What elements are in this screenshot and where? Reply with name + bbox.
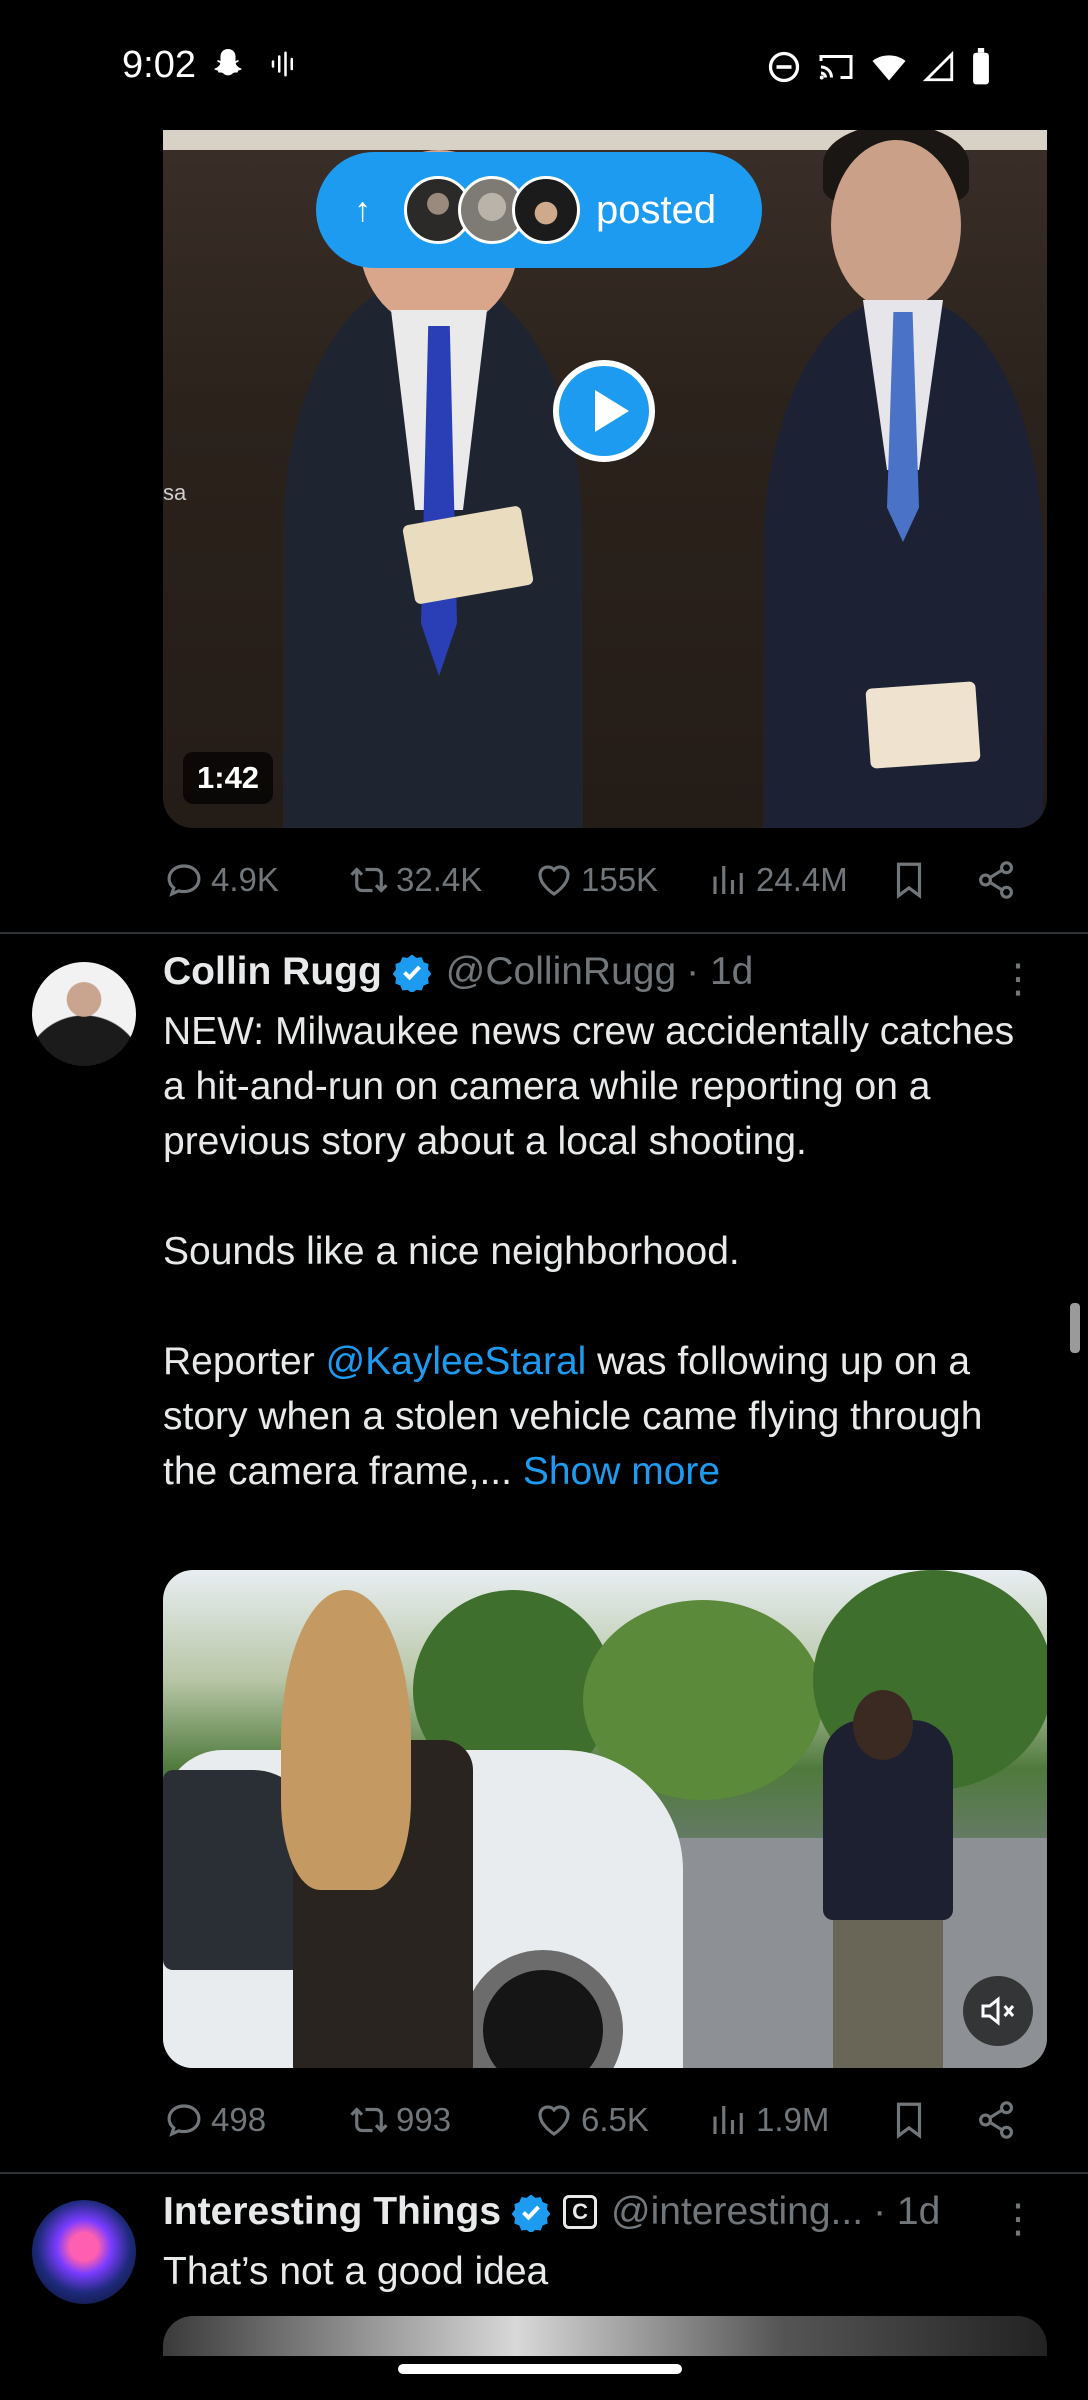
battery-icon xyxy=(973,48,989,85)
wifi-icon xyxy=(872,55,906,81)
author-handle[interactable]: @CollinRugg xyxy=(446,950,676,994)
like-button[interactable]: 6.5K xyxy=(533,2090,649,2150)
bookmark-button[interactable] xyxy=(888,850,930,910)
reply-icon xyxy=(167,2104,201,2137)
gesture-nav-handle[interactable] xyxy=(398,2364,682,2374)
arrow-up-icon: ↑ xyxy=(354,190,371,229)
views-count: 1.9M xyxy=(756,2101,830,2138)
analytics-icon xyxy=(713,866,743,894)
posted-label: posted xyxy=(596,187,717,232)
like-button[interactable]: 155K xyxy=(533,850,658,910)
share-icon xyxy=(979,861,1013,899)
repost-count: 993 xyxy=(396,2101,452,2138)
tweet1-actions: 4.9K 32.4K 155K 24.4M xyxy=(163,850,1033,910)
heart-icon xyxy=(538,865,570,896)
paragraph3-prefix: Reporter xyxy=(163,1340,326,1383)
verified-badge-icon xyxy=(511,2194,551,2232)
tweet-divider xyxy=(0,932,1088,934)
affiliate-badge-icon: C xyxy=(563,2195,598,2229)
tweet2-actions: 498 993 6.5K 1.9M xyxy=(163,2090,1033,2150)
cellular-signal-icon xyxy=(922,50,954,82)
cast-icon xyxy=(819,55,853,80)
repost-count: 32.4K xyxy=(396,861,483,898)
like-count: 155K xyxy=(581,861,659,898)
post-time: · 1d xyxy=(686,950,754,993)
tweet3-header: Interesting Things C @interesting... · 1… xyxy=(163,2190,940,2234)
tweet2-video[interactable] xyxy=(163,1570,1047,2068)
tweet2-paragraph1: NEW: Milwaukee news crew accidentally ca… xyxy=(163,1010,1015,1163)
author-name[interactable]: Collin Rugg xyxy=(163,950,382,994)
scrollbar[interactable] xyxy=(1070,1303,1080,1353)
repost-button[interactable]: 993 xyxy=(348,2090,451,2150)
avatar xyxy=(512,176,580,244)
video-box-right xyxy=(865,681,981,769)
status-time: 9:02 xyxy=(122,44,196,86)
avatar[interactable] xyxy=(32,962,136,1066)
reply-count: 4.9K xyxy=(211,861,279,898)
status-left-icons xyxy=(210,46,298,82)
heart-icon xyxy=(538,2105,570,2136)
tweet-divider xyxy=(0,2172,1088,2174)
video-head-right xyxy=(831,140,961,310)
bookmark-icon xyxy=(896,2102,922,2139)
show-more-link[interactable]: Show more xyxy=(523,1450,720,1493)
repost-button[interactable]: 32.4K xyxy=(348,850,482,910)
more-options-icon[interactable]: ⋮ xyxy=(998,2196,1038,2242)
new-posts-pill[interactable]: ↑ posted xyxy=(316,152,762,268)
author-handle[interactable]: @interesting... xyxy=(611,2190,863,2234)
voice-waveform-icon xyxy=(271,51,293,77)
mute-button[interactable] xyxy=(963,1976,1033,2046)
reply-button[interactable]: 4.9K xyxy=(163,850,279,910)
tweet2-text: NEW: Milwaukee news crew accidentally ca… xyxy=(163,1004,1043,1499)
volume-muted-icon xyxy=(981,1996,1015,2026)
views-button[interactable]: 1.9M xyxy=(708,2090,829,2150)
bookmark-icon xyxy=(896,862,922,899)
video-duration: 1:42 xyxy=(183,752,274,804)
do-not-disturb-icon xyxy=(768,51,800,83)
video-person-hair xyxy=(281,1590,411,1890)
avatar[interactable] xyxy=(32,2200,136,2304)
status-right-icons xyxy=(766,48,992,86)
reply-icon xyxy=(167,864,201,897)
verified-badge-icon xyxy=(392,954,432,992)
reply-button[interactable]: 498 xyxy=(163,2090,266,2150)
video-person-head xyxy=(853,1690,913,1760)
more-options-icon[interactable]: ⋮ xyxy=(998,956,1038,1002)
tweet2-header: Collin Rugg @CollinRugg · 1d xyxy=(163,950,753,994)
video-person-legs xyxy=(833,1910,943,2068)
views-button[interactable]: 24.4M xyxy=(708,850,848,910)
tweet2-paragraph2: Sounds like a nice neighborhood. xyxy=(163,1230,740,1273)
like-count: 6.5K xyxy=(581,2101,649,2138)
play-button[interactable] xyxy=(553,360,655,462)
tweet2-paragraph3: Reporter @KayleeStaral was following up … xyxy=(163,1334,1043,1499)
video-edge-text: sa xyxy=(163,480,187,505)
share-button[interactable] xyxy=(975,2090,1017,2150)
analytics-icon xyxy=(713,2106,743,2134)
tweet3-text: That’s not a good idea xyxy=(163,2250,549,2293)
bookmark-button[interactable] xyxy=(888,2090,930,2150)
share-button[interactable] xyxy=(975,850,1017,910)
share-icon xyxy=(979,2101,1013,2139)
status-bar: 9:02 xyxy=(0,0,1088,130)
post-time: · 1d xyxy=(873,2190,941,2233)
reply-count: 498 xyxy=(211,2101,267,2138)
mention-link[interactable]: @KayleeStaral xyxy=(326,1340,587,1383)
repost-icon xyxy=(350,2107,388,2133)
views-count: 24.4M xyxy=(756,861,848,898)
posted-avatars xyxy=(404,176,580,244)
snapchat-icon xyxy=(214,49,242,76)
author-name[interactable]: Interesting Things xyxy=(163,2190,501,2234)
repost-icon xyxy=(350,867,388,893)
tweet3-media[interactable] xyxy=(163,2316,1047,2356)
